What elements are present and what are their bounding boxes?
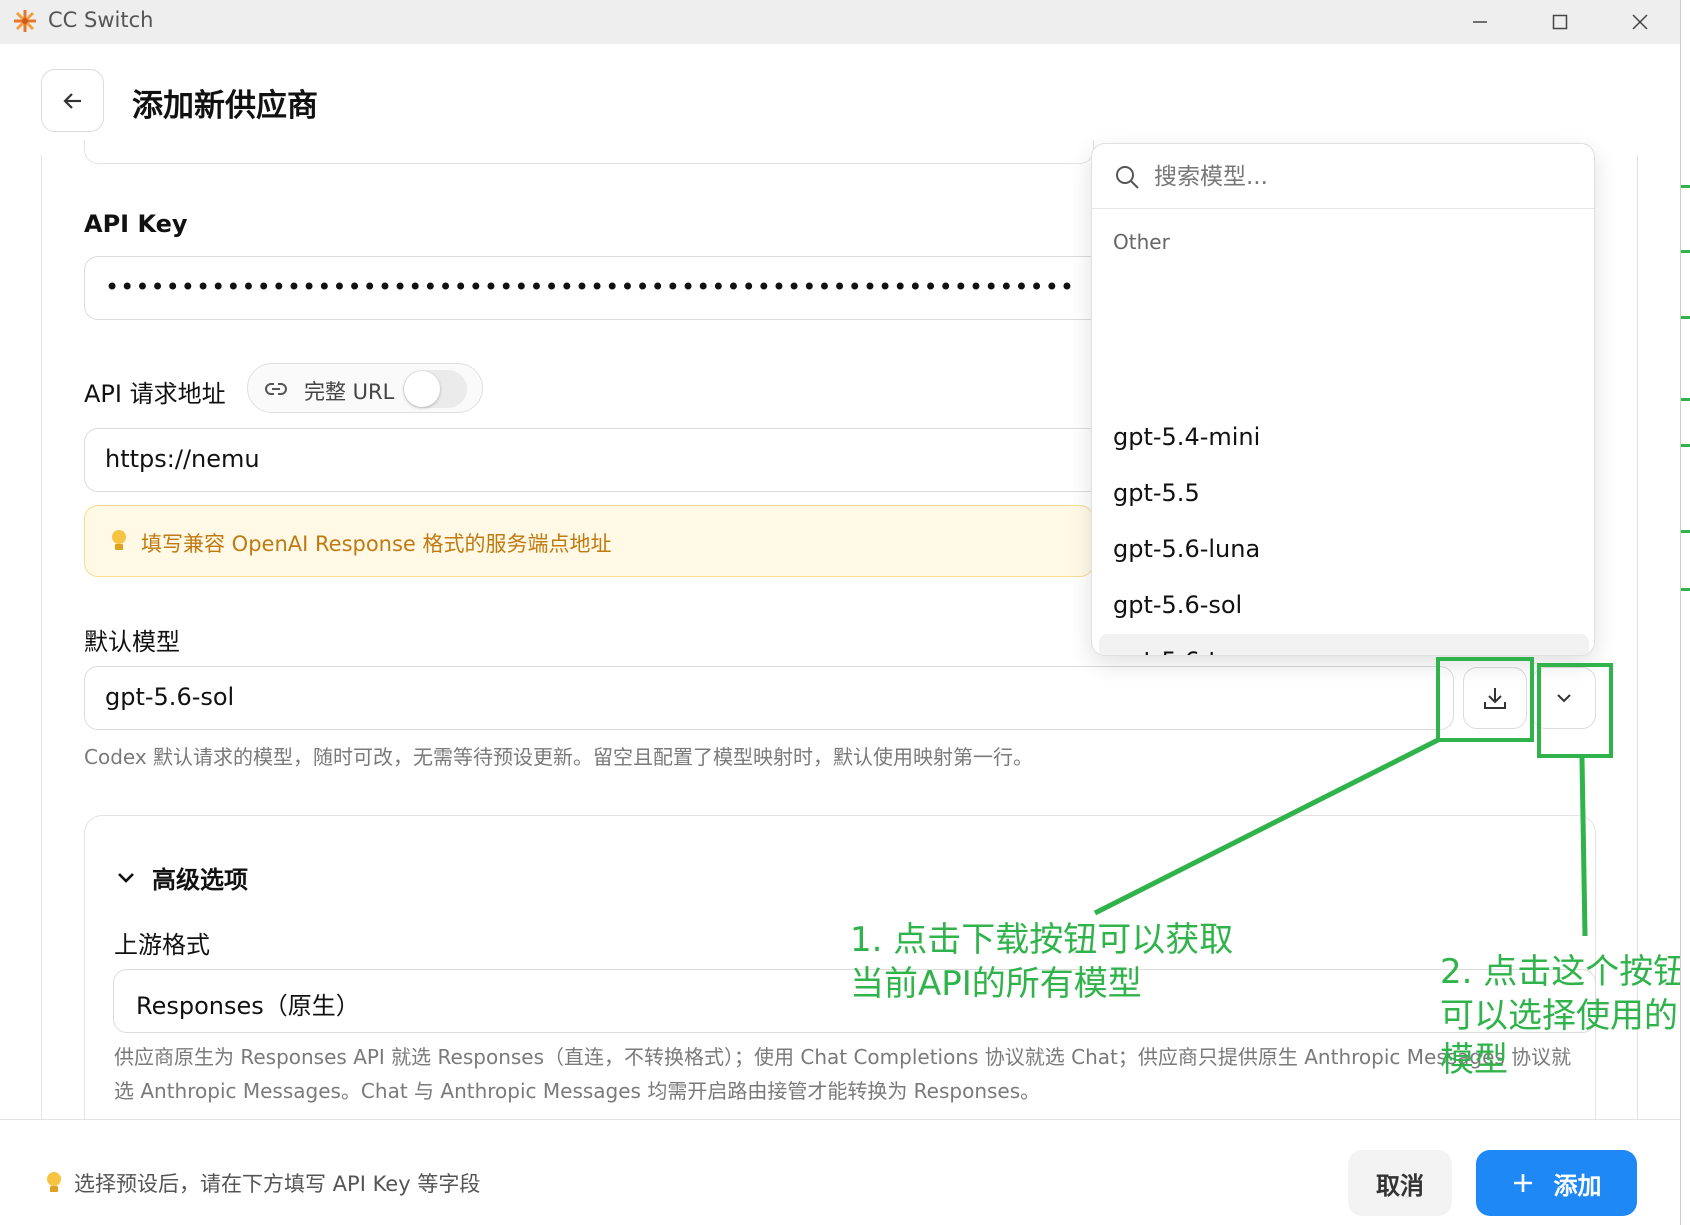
- annotation-note-2-line1: 2. 点击这个按钮: [1440, 952, 1688, 992]
- strip-mark: [1681, 398, 1690, 401]
- strip-mark: [1681, 250, 1690, 253]
- strip-mark: [1681, 444, 1690, 447]
- strip-mark: [1681, 316, 1690, 319]
- strip-mark: [1681, 530, 1690, 533]
- strip-mark: [1681, 588, 1690, 591]
- strip-mark: [1681, 185, 1690, 188]
- background-window-edge: [1680, 0, 1690, 1225]
- annotation-note-1-line2: 当前API的所有模型: [850, 964, 1142, 1004]
- annotation-arrows: [1093, 737, 1588, 937]
- annotation-note-2-line3: 模型: [1440, 1040, 1508, 1080]
- annotation-note-2-line2: 可以选择使用的: [1440, 996, 1678, 1036]
- annotation-note-1-line1: 1. 点击下载按钮可以获取: [850, 920, 1234, 960]
